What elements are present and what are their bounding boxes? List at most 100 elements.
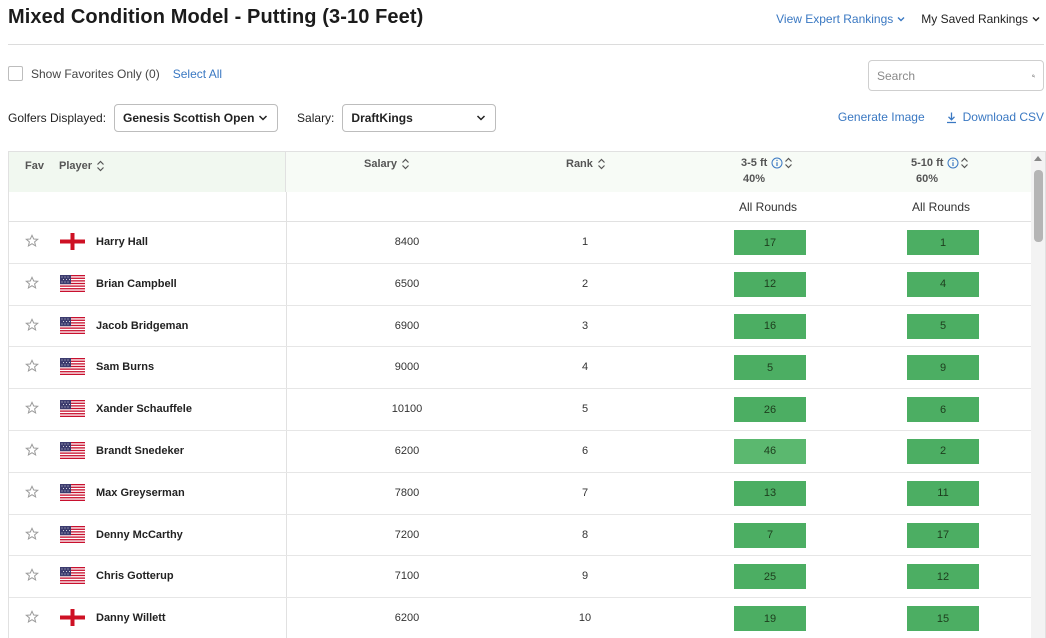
row-divider	[286, 514, 287, 556]
rank-5-10ft-cell: 6	[907, 397, 979, 423]
header-divider	[8, 44, 1044, 45]
star-icon[interactable]	[25, 526, 39, 541]
table-row[interactable]: Brandt Snedeker 6200 6 46 2	[9, 430, 1031, 473]
col-header-5-10ft[interactable]: 5-10 ft	[911, 157, 969, 169]
star-icon[interactable]	[25, 359, 39, 373]
col-header-3-5ft[interactable]: 3-5 ft	[741, 157, 793, 169]
info-icon[interactable]	[947, 157, 959, 169]
player-name[interactable]: Danny Willett	[96, 612, 166, 624]
search-input[interactable]	[877, 68, 1032, 83]
rank-3-5ft-cell: 16	[734, 313, 806, 339]
rank-5-10ft-cell: 4	[907, 271, 979, 297]
table-row[interactable]: Xander Schauffele 10100 5 26 6	[9, 389, 1031, 431]
table-subheader: All Rounds All Rounds	[9, 192, 1031, 222]
rank-cell: 4	[581, 361, 589, 374]
info-icon[interactable]	[771, 157, 783, 169]
player-name[interactable]: Brandt Snedeker	[96, 445, 184, 457]
player-name[interactable]: Harry Hall	[96, 236, 148, 248]
table-row[interactable]: Jacob Bridgeman 6900 3 16 5	[9, 305, 1031, 348]
usa-flag-icon	[60, 525, 85, 543]
my-saved-rankings-link[interactable]: My Saved Rankings	[921, 12, 1042, 26]
download-csv-link[interactable]: Download CSV	[945, 110, 1044, 124]
chevron-down-icon	[897, 17, 905, 22]
star-icon[interactable]	[25, 443, 39, 457]
player-name[interactable]: Xander Schauffele	[96, 403, 192, 415]
table-header: Fav Player Salary Rank 3-5 ft 40% 5-10 f…	[9, 152, 1031, 192]
star-icon[interactable]	[25, 401, 39, 415]
col-header-rank[interactable]: Rank	[566, 158, 606, 170]
player-name[interactable]: Denny McCarthy	[96, 529, 183, 541]
salary-cell: 10100	[391, 403, 423, 416]
golfers-displayed-value: Genesis Scottish Open	[123, 111, 255, 125]
table-row[interactable]: Harry Hall 8400 1 17 1	[9, 222, 1031, 264]
col-header-player[interactable]: Player	[59, 160, 105, 172]
download-csv-label: Download CSV	[962, 110, 1044, 124]
star-icon[interactable]	[25, 234, 39, 248]
rank-3-5ft-cell: 7	[734, 522, 806, 548]
star-icon[interactable]	[25, 568, 39, 582]
table-row[interactable]: Denny McCarthy 7200 8 7 17	[9, 514, 1031, 557]
sort-icon	[402, 158, 409, 170]
table-row[interactable]: Max Greyserman 7800 7 13 11	[9, 472, 1031, 515]
col-header-salary[interactable]: Salary	[364, 158, 410, 170]
col1-sub-label: All Rounds	[739, 200, 798, 214]
player-name[interactable]: Brian Campbell	[96, 278, 177, 290]
scroll-thumb[interactable]	[1034, 170, 1043, 242]
rank-5-10ft-cell: 17	[907, 522, 979, 548]
sort-icon	[597, 158, 605, 170]
view-expert-rankings-link[interactable]: View Expert Rankings	[776, 12, 907, 26]
salary-cell: 6500	[394, 277, 420, 290]
row-divider	[286, 305, 287, 347]
row-divider	[286, 598, 287, 638]
table-row[interactable]: Danny Willett 6200 10 19 15	[9, 598, 1031, 638]
rank-3-5ft-cell: 12	[734, 271, 806, 297]
chevron-down-icon	[1032, 17, 1040, 22]
rank-3-5ft-cell: 26	[734, 397, 806, 423]
player-name[interactable]: Sam Burns	[96, 361, 154, 373]
rank-3-5ft-cell: 19	[734, 606, 806, 632]
star-icon[interactable]	[25, 610, 39, 624]
table-row[interactable]: Chris Gotterup 7100 9 25 12	[9, 556, 1031, 599]
table-row[interactable]: Sam Burns 9000 4 5 9	[9, 347, 1031, 390]
col1-header-label: 3-5 ft	[741, 157, 768, 169]
player-name[interactable]: Chris Gotterup	[96, 570, 174, 582]
col1-weight: 40%	[743, 173, 766, 185]
rank-3-5ft-cell: 25	[734, 564, 806, 590]
vertical-scrollbar[interactable]	[1031, 152, 1045, 638]
player-name[interactable]: Max Greyserman	[96, 487, 185, 499]
star-icon[interactable]	[25, 317, 39, 332]
rank-cell: 10	[578, 612, 592, 625]
usa-flag-icon	[60, 483, 85, 501]
rank-3-5ft-cell: 17	[734, 230, 806, 255]
usa-flag-icon	[60, 316, 85, 334]
usa-flag-icon	[60, 567, 85, 585]
select-all-link[interactable]: Select All	[173, 67, 222, 81]
rank-5-10ft-cell: 1	[907, 230, 979, 255]
player-header-label: Player	[59, 160, 93, 172]
col2-header-label: 5-10 ft	[911, 157, 944, 169]
rankings-table: Fav Player Salary Rank 3-5 ft 40% 5-10 f…	[8, 151, 1046, 638]
search-icon[interactable]	[1032, 69, 1035, 83]
rank-header-label: Rank	[566, 158, 593, 170]
star-icon[interactable]	[25, 484, 39, 499]
salary-cell: 8400	[394, 236, 420, 248]
table-row[interactable]: Brian Campbell 6500 2 12 4	[9, 263, 1031, 306]
generate-image-link[interactable]: Generate Image	[838, 110, 925, 124]
rank-cell: 5	[581, 403, 589, 416]
scroll-up-arrow[interactable]	[1034, 156, 1042, 161]
salary-select[interactable]: DraftKings	[342, 104, 497, 132]
col-header-fav: Fav	[25, 160, 44, 172]
salary-cell: 9000	[394, 361, 420, 374]
table-body: Harry Hall 8400 1 17 1 Brian Campbell 6500 2 12 4…	[9, 222, 1031, 638]
col2-weight: 60%	[916, 173, 939, 185]
rank-cell: 7	[581, 486, 589, 499]
rank-cell: 3	[581, 319, 589, 332]
rank-5-10ft-cell: 2	[907, 438, 979, 464]
golfers-displayed-select[interactable]: Genesis Scottish Open	[114, 104, 279, 132]
salary-cell: 6200	[394, 444, 420, 457]
player-name[interactable]: Jacob Bridgeman	[96, 320, 188, 332]
star-icon[interactable]	[25, 275, 39, 290]
show-favorites-checkbox[interactable]	[8, 66, 23, 81]
page-title: Mixed Condition Model - Putting (3-10 Fe…	[8, 6, 424, 28]
show-favorites-label: Show Favorites Only (0)	[31, 66, 160, 81]
